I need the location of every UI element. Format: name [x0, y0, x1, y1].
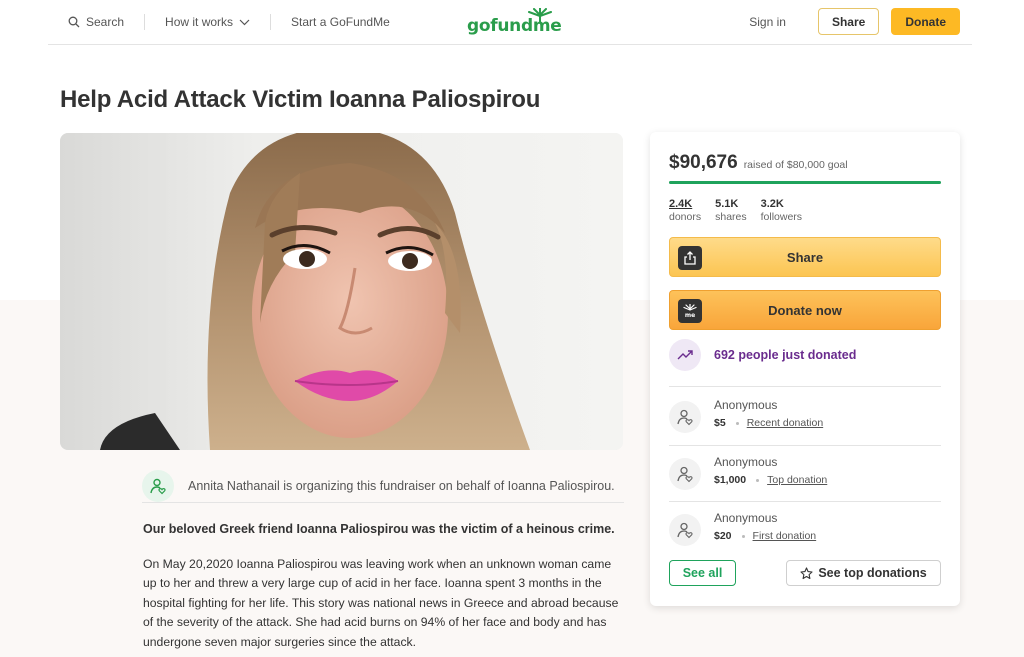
stat-value: 3.2K [760, 198, 784, 210]
start-gofundme-link[interactable]: Start a GoFundMe [291, 15, 390, 29]
campaign-story: Our beloved Greek friend Ioanna Paliospi… [143, 520, 627, 652]
story-lead: Our beloved Greek friend Ioanna Paliospi… [143, 522, 615, 536]
donation-item: Anonymous $1,000 Top donation [669, 452, 941, 494]
donation-amount: $1,000 [714, 474, 747, 486]
share-icon [678, 246, 702, 270]
dot-separator [756, 478, 760, 482]
how-it-works-label: How it works [165, 15, 234, 29]
progress-bar [669, 181, 941, 184]
user-heart-icon [150, 478, 166, 494]
progress-fill [669, 181, 941, 184]
see-all-button[interactable]: See all [669, 560, 736, 586]
raised-amount: $90,676 [669, 152, 738, 173]
donate-now-button[interactable]: me Donate now [669, 290, 941, 330]
donation-meta: $5 Recent donation [714, 417, 823, 429]
svg-text:me: me [685, 312, 695, 318]
donate-now-label: Donate now [768, 302, 842, 318]
donation-tag[interactable]: First donation [753, 530, 817, 542]
donor-name: Anonymous [714, 511, 778, 525]
share-button[interactable]: Share [669, 237, 941, 277]
recent-donations-text: 692 people just donated [714, 348, 857, 362]
share-button-label: Share [786, 249, 824, 265]
donor-name: Anonymous [714, 455, 778, 469]
logo-sprout-icon [528, 8, 552, 22]
see-top-donations-button[interactable]: See top donations [786, 560, 941, 586]
nav-divider [270, 14, 272, 30]
search-link[interactable]: Search [68, 15, 124, 29]
campaign-title: Help Acid Attack Victim Ioanna Paliospir… [60, 86, 541, 113]
donor-avatar-icon [669, 401, 701, 433]
nav-left: Search How it works Start a GoFundMe [68, 14, 390, 30]
stat-label: donors [669, 211, 702, 223]
goal-text: raised of $80,000 goal [743, 159, 848, 171]
donation-item: Anonymous $5 Recent donation [669, 395, 941, 437]
header-share-button[interactable]: Share [817, 8, 880, 35]
see-top-donations-label: See top donations [818, 566, 927, 580]
stat-followers: 3.2K followers [761, 198, 802, 224]
stat-label: followers [760, 211, 803, 223]
stat-value: 5.1K [715, 198, 739, 210]
donor-avatar-icon [669, 514, 701, 546]
organizer-text: Annita Nathanail is organizing this fund… [188, 478, 615, 493]
stat-value: 2.4K [669, 198, 693, 210]
how-it-works-dropdown[interactable]: How it works [165, 15, 250, 29]
stat-donors[interactable]: 2.4K donors [669, 198, 701, 224]
header-donate-button[interactable]: Donate [891, 8, 960, 35]
stat-shares: 5.1K shares [715, 198, 747, 224]
trending-up-icon [669, 339, 701, 371]
search-icon [68, 16, 80, 28]
chevron-down-icon [239, 19, 250, 26]
donation-meta: $20 First donation [714, 530, 816, 542]
divider [142, 502, 624, 503]
story-body: On May 20,2020 Ioanna Paliospirou was le… [143, 556, 619, 649]
divider [669, 445, 941, 446]
portrait-image [60, 133, 623, 450]
top-navigation: Search How it works Start a GoFundMe gof… [48, 0, 972, 45]
nav-divider [144, 14, 146, 30]
divider [669, 386, 941, 387]
gofundme-me-icon: me [678, 299, 702, 323]
donor-name: Anonymous [714, 398, 778, 412]
sign-in-link[interactable]: Sign in [749, 15, 786, 29]
donation-amount: $5 [714, 417, 726, 429]
donation-meta: $1,000 Top donation [714, 474, 827, 486]
campaign-stats: 2.4K donors 5.1K shares 3.2K followers [669, 198, 802, 224]
dot-separator [741, 534, 745, 538]
campaign-photo [60, 133, 623, 450]
donation-tag[interactable]: Top donation [767, 474, 827, 486]
dot-separator [735, 421, 739, 425]
raised-summary: $90,676 raised of $80,000 goal [669, 152, 848, 174]
search-label: Search [86, 15, 125, 29]
divider [669, 501, 941, 502]
donation-item: Anonymous $20 First donation [669, 508, 941, 550]
nav-right: Sign in Share Donate [749, 8, 960, 35]
stat-label: shares [715, 211, 747, 223]
star-icon [800, 566, 813, 579]
donation-tag[interactable]: Recent donation [747, 417, 823, 429]
gofundme-logo[interactable]: gofundme [467, 8, 562, 38]
donation-amount: $20 [714, 530, 732, 542]
donation-card: $90,676 raised of $80,000 goal 2.4K dono… [650, 132, 960, 606]
organizer-row: Annita Nathanail is organizing this fund… [142, 468, 624, 503]
organizer-avatar [142, 469, 174, 502]
recent-donations-notice: 692 people just donated [669, 339, 856, 371]
donor-avatar-icon [669, 458, 701, 490]
start-gofundme-label: Start a GoFundMe [291, 15, 390, 29]
